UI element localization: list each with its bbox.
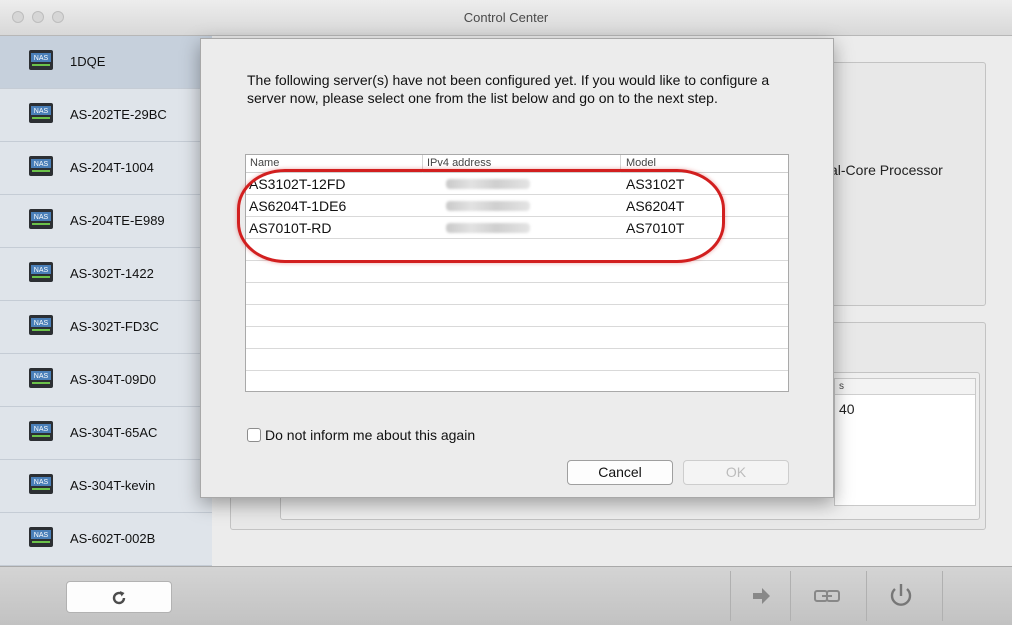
sidebar-item-1dqe[interactable]: NAS 1DQE xyxy=(0,36,212,89)
sidebar-item-as-204te-e989[interactable]: NAS AS-204TE-E989 xyxy=(0,195,212,248)
link-icon[interactable] xyxy=(808,579,846,613)
svg-text:NAS: NAS xyxy=(34,108,49,115)
cancel-button[interactable]: Cancel xyxy=(567,460,673,485)
sidebar-item-label: AS-602T-002B xyxy=(70,531,156,546)
column-header-model[interactable]: Model xyxy=(626,157,656,169)
nas-icon: NAS xyxy=(29,421,53,441)
sidebar-item-as-202te-29bc[interactable]: NAS AS-202TE-29BC xyxy=(0,89,212,142)
control-center-window: Control Center NAS 1DQE NAS AS-202TE-29B… xyxy=(0,0,1012,625)
nas-icon: NAS xyxy=(29,50,53,70)
sidebar-item-label: AS-302T-FD3C xyxy=(70,319,159,334)
svg-text:NAS: NAS xyxy=(34,214,49,221)
power-icon[interactable] xyxy=(882,579,920,613)
nas-icon: NAS xyxy=(29,527,53,547)
do-not-inform-checkbox[interactable] xyxy=(247,428,261,442)
nas-icon: NAS xyxy=(29,103,53,123)
nas-icon: NAS xyxy=(29,262,53,282)
toolbar-separator xyxy=(730,571,731,621)
sidebar-item-as-304t-kevin[interactable]: NAS AS-304T-kevin xyxy=(0,460,212,513)
background-table-header: s xyxy=(835,379,975,395)
nas-icon: NAS xyxy=(29,209,53,229)
do-not-inform-label[interactable]: Do not inform me about this again xyxy=(265,427,475,443)
sidebar-item-label: AS-302T-1422 xyxy=(70,266,154,281)
sidebar-item-label: AS-304T-kevin xyxy=(70,478,156,493)
nas-icon: NAS xyxy=(29,474,53,494)
svg-text:NAS: NAS xyxy=(34,479,49,486)
toolbar-separator xyxy=(866,571,867,621)
background-table-value: 40 xyxy=(839,401,855,417)
toolbar-separator xyxy=(942,571,943,621)
unconfigured-servers-dialog: The following server(s) have not been co… xyxy=(200,38,834,498)
empty-table-row xyxy=(246,305,788,327)
dialog-message: The following server(s) have not been co… xyxy=(247,72,770,106)
svg-text:NAS: NAS xyxy=(34,161,49,168)
bottom-toolbar xyxy=(0,566,1012,625)
sidebar-item-as-302t-1422[interactable]: NAS AS-302T-1422 xyxy=(0,248,212,301)
empty-table-row xyxy=(246,261,788,283)
sidebar-item-as-204t-1004[interactable]: NAS AS-204T-1004 xyxy=(0,142,212,195)
svg-text:NAS: NAS xyxy=(34,532,49,539)
svg-text:NAS: NAS xyxy=(34,267,49,274)
sidebar-item-label: AS-304T-65AC xyxy=(70,425,158,440)
nas-icon: NAS xyxy=(29,368,53,388)
empty-table-row xyxy=(246,327,788,349)
nas-icon: NAS xyxy=(29,315,53,335)
toolbar-separator xyxy=(790,571,791,621)
processor-info-text: al-Core Processor xyxy=(830,162,943,178)
server-sidebar: NAS 1DQE NAS AS-202TE-29BC NAS AS-204T-1… xyxy=(0,36,212,566)
window-title: Control Center xyxy=(463,10,549,25)
svg-text:NAS: NAS xyxy=(34,55,49,62)
svg-text:NAS: NAS xyxy=(34,373,49,380)
column-header-ipv4[interactable]: IPv4 address xyxy=(427,157,491,169)
sidebar-item-label: AS-202TE-29BC xyxy=(70,107,167,122)
sidebar-item-label: AS-304T-09D0 xyxy=(70,372,156,387)
arrow-right-icon[interactable] xyxy=(742,579,780,613)
nas-icon: NAS xyxy=(29,156,53,176)
background-table: s 40 xyxy=(834,378,976,506)
sidebar-item-label: 1DQE xyxy=(70,54,106,69)
sidebar-item-as-302t-fd3c[interactable]: NAS AS-302T-FD3C xyxy=(0,301,212,354)
red-highlight-annotation xyxy=(237,169,725,263)
empty-table-row xyxy=(246,283,788,305)
sidebar-item-label: AS-204T-1004 xyxy=(70,160,154,175)
sidebar-item-as-602t-002b[interactable]: NAS AS-602T-002B xyxy=(0,513,212,566)
column-header-name[interactable]: Name xyxy=(250,157,279,169)
sidebar-item-label: AS-204TE-E989 xyxy=(70,213,165,228)
svg-text:NAS: NAS xyxy=(34,426,49,433)
sidebar-item-as-304t-09d0[interactable]: NAS AS-304T-09D0 xyxy=(0,354,212,407)
refresh-icon xyxy=(112,591,126,605)
empty-table-row xyxy=(246,349,788,371)
refresh-button[interactable] xyxy=(66,581,172,613)
title-bar: Control Center xyxy=(0,0,1012,36)
svg-text:NAS: NAS xyxy=(34,320,49,327)
sidebar-item-as-304t-65ac[interactable]: NAS AS-304T-65AC xyxy=(0,407,212,460)
ok-button[interactable]: OK xyxy=(683,460,789,485)
